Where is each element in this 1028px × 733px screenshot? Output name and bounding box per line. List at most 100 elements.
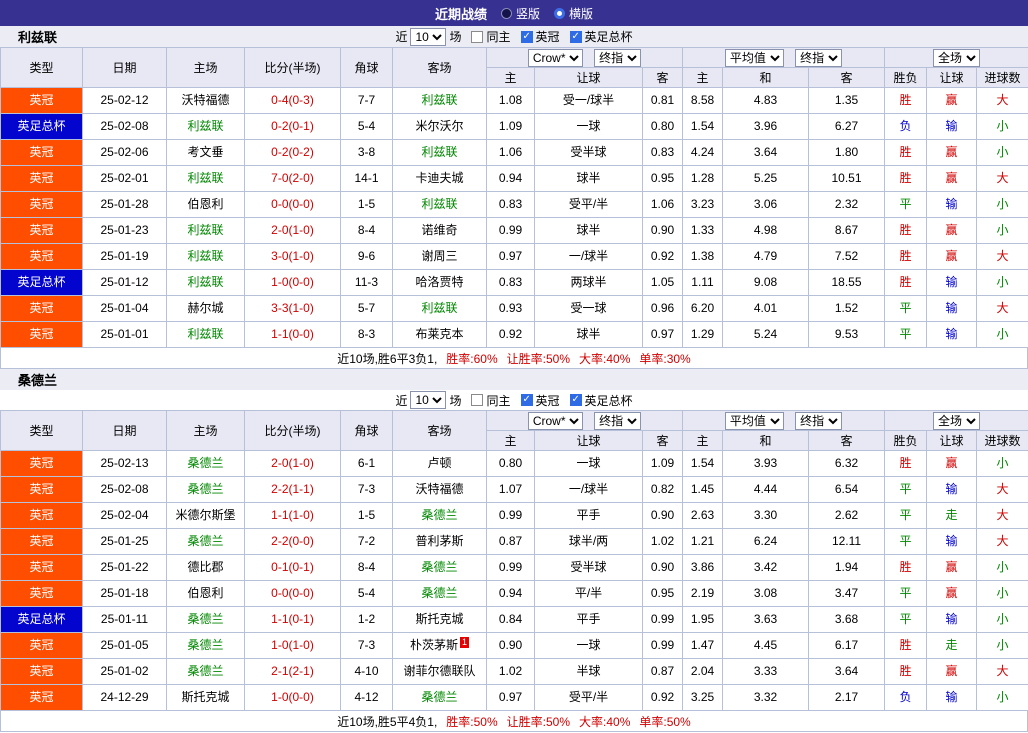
- layout-radio-vertical[interactable]: 竖版: [500, 5, 540, 22]
- radio-horizontal-label: 横版: [569, 6, 594, 21]
- home-team-cell[interactable]: 沃特福德: [166, 87, 245, 114]
- home-team-cell[interactable]: 桑德兰: [166, 528, 245, 555]
- checkbox-icon[interactable]: [520, 394, 533, 406]
- checkbox-icon[interactable]: [520, 30, 533, 43]
- away-team-cell[interactable]: 利兹联: [392, 295, 487, 322]
- home-team-cell[interactable]: 伯恩利: [166, 191, 245, 218]
- home-team-cell[interactable]: 利兹联: [166, 165, 245, 192]
- away-team-cell[interactable]: 利兹联: [392, 139, 487, 166]
- home-team-cell[interactable]: 斯托克城: [166, 684, 245, 711]
- checkbox-icon[interactable]: [471, 394, 484, 406]
- home-team-cell[interactable]: 桑德兰: [166, 476, 245, 503]
- away-team-cell[interactable]: 诺维奇: [392, 217, 487, 244]
- home-team-cell[interactable]: 利兹联: [166, 243, 245, 270]
- score-cell[interactable]: 1-0(0-0): [244, 269, 341, 296]
- home-team-cell[interactable]: 德比郡: [166, 554, 245, 581]
- championship-checkbox[interactable]: 英冠: [520, 28, 560, 45]
- home-team-cell[interactable]: 利兹联: [166, 217, 245, 244]
- team-name[interactable]: 桑德兰: [18, 370, 57, 389]
- score-cell[interactable]: 3-0(1-0): [244, 243, 341, 270]
- layout-radio-horizontal[interactable]: 横版: [554, 5, 593, 22]
- odds-stage-select[interactable]: 终指: [594, 48, 642, 67]
- score-cell[interactable]: 2-2(1-1): [244, 476, 341, 503]
- score-cell[interactable]: 0-0(0-0): [244, 580, 341, 607]
- fulltime-select[interactable]: 全场: [933, 411, 981, 430]
- same-home-checkbox[interactable]: 同主: [471, 392, 511, 409]
- away-team-cell[interactable]: 米尔沃尔: [392, 113, 487, 140]
- home-team-cell[interactable]: 米德尔斯堡: [166, 502, 245, 529]
- score-cell[interactable]: 2-0(1-0): [244, 450, 341, 477]
- checkbox-icon[interactable]: [569, 30, 582, 43]
- score-cell[interactable]: 2-2(0-0): [244, 528, 341, 555]
- checkbox-icon[interactable]: [471, 30, 484, 43]
- radio-icon[interactable]: [554, 7, 565, 19]
- away-team-cell[interactable]: 朴茨茅斯 1: [392, 632, 487, 659]
- home-team-cell[interactable]: 考文垂: [166, 139, 245, 166]
- score-cell[interactable]: 1-0(0-0): [244, 684, 341, 711]
- score-cell[interactable]: 1-1(1-0): [244, 502, 341, 529]
- team-name[interactable]: 利兹联: [18, 27, 57, 46]
- away-team-cell[interactable]: 布莱克本: [392, 321, 487, 348]
- score-cell[interactable]: 0-1(0-1): [244, 554, 341, 581]
- away-team-cell[interactable]: 哈洛贾特: [392, 269, 487, 296]
- home-team-cell[interactable]: 利兹联: [166, 269, 245, 296]
- away-team-cell[interactable]: 斯托克城: [392, 606, 487, 633]
- score-cell[interactable]: 1-1(0-1): [244, 606, 341, 633]
- odds-stage-select[interactable]: 终指: [594, 411, 642, 430]
- radio-icon[interactable]: [500, 7, 512, 19]
- away-team-cell[interactable]: 谢菲尔德联队: [392, 658, 487, 685]
- away-team-cell[interactable]: 谢周三: [392, 243, 487, 270]
- recent-count-select[interactable]: 10: [410, 27, 447, 46]
- odds-company-select[interactable]: Crow*: [527, 48, 583, 67]
- avg-stage-select[interactable]: 终指: [795, 48, 843, 67]
- odds-company-select[interactable]: Crow*: [527, 411, 583, 430]
- header-odds-home: 主: [486, 430, 535, 451]
- score-cell[interactable]: 0-2(0-2): [244, 139, 341, 166]
- recent-count-select[interactable]: 10: [410, 391, 447, 409]
- home-team-cell[interactable]: 桑德兰: [166, 606, 245, 633]
- avg-away-odds-cell: 9.53: [807, 321, 886, 348]
- checkbox-icon[interactable]: [569, 394, 582, 406]
- score-cell[interactable]: 0-4(0-3): [244, 87, 341, 114]
- home-team-cell[interactable]: 桑德兰: [166, 450, 245, 477]
- avg-select[interactable]: 平均值: [724, 411, 784, 430]
- score-cell[interactable]: 2-1(2-1): [244, 658, 341, 685]
- handicap-cell: 平/半: [534, 580, 643, 607]
- fa-cup-checkbox[interactable]: 英足总杯: [569, 392, 633, 409]
- away-team-cell[interactable]: 桑德兰: [392, 554, 487, 581]
- header-avg-away: 客: [807, 67, 886, 88]
- score-cell[interactable]: 1-0(1-0): [244, 632, 341, 659]
- score-cell[interactable]: 1-1(0-0): [244, 321, 341, 348]
- away-team-cell[interactable]: 桑德兰: [392, 580, 487, 607]
- championship-checkbox[interactable]: 英冠: [520, 392, 560, 409]
- away-team-cell[interactable]: 利兹联: [392, 87, 487, 114]
- score-cell[interactable]: 3-3(1-0): [244, 295, 341, 322]
- score-cell[interactable]: 7-0(2-0): [244, 165, 341, 192]
- result-goals-cell: 大: [976, 502, 1028, 529]
- avg-select[interactable]: 平均值: [724, 48, 784, 67]
- odds-away-cell: 0.90: [642, 502, 683, 529]
- away-team-cell[interactable]: 桑德兰: [392, 684, 487, 711]
- result-group-header: 全场: [884, 47, 1028, 68]
- away-team-cell[interactable]: 利兹联: [392, 191, 487, 218]
- away-team-cell[interactable]: 桑德兰: [392, 502, 487, 529]
- score-cell[interactable]: 2-0(1-0): [244, 217, 341, 244]
- home-team-cell[interactable]: 利兹联: [166, 321, 245, 348]
- home-team-cell[interactable]: 桑德兰: [166, 632, 245, 659]
- fa-cup-checkbox[interactable]: 英足总杯: [569, 28, 633, 45]
- away-team-cell[interactable]: 沃特福德: [392, 476, 487, 503]
- home-team-cell[interactable]: 伯恩利: [166, 580, 245, 607]
- home-team-cell[interactable]: 赫尔城: [166, 295, 245, 322]
- score-cell[interactable]: 0-0(0-0): [244, 191, 341, 218]
- match-row: 英冠 25-02-01 利兹联 7-0(2-0) 14-1 卡迪夫城 0.94 球半 0.95 1…: [0, 165, 1028, 192]
- away-team-cell[interactable]: 普利茅斯: [392, 528, 487, 555]
- home-team-cell[interactable]: 利兹联: [166, 113, 245, 140]
- header-result-goals: 进球数: [976, 430, 1028, 451]
- score-cell[interactable]: 0-2(0-1): [244, 113, 341, 140]
- away-team-cell[interactable]: 卡迪夫城: [392, 165, 487, 192]
- home-team-cell[interactable]: 桑德兰: [166, 658, 245, 685]
- same-home-checkbox[interactable]: 同主: [471, 28, 511, 45]
- away-team-cell[interactable]: 卢顿: [392, 450, 487, 477]
- fulltime-select[interactable]: 全场: [933, 48, 981, 67]
- avg-stage-select[interactable]: 终指: [795, 411, 843, 430]
